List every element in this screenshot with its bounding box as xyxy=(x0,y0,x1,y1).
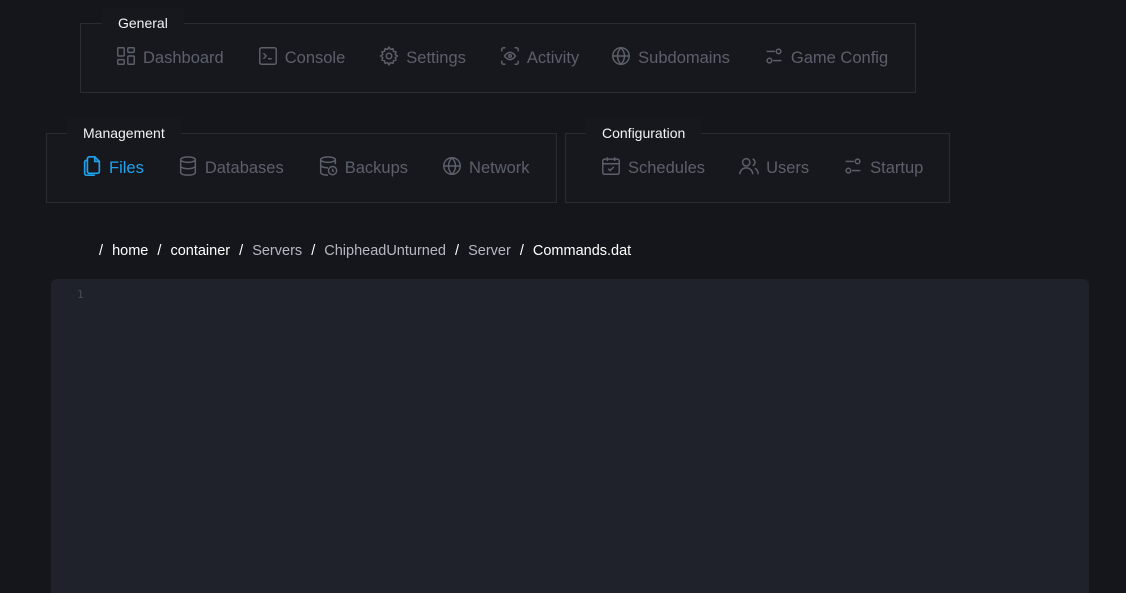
calendar-check-icon xyxy=(600,155,628,182)
nav-users-label: Users xyxy=(766,158,810,177)
nav-network-label: Network xyxy=(469,158,530,177)
line-number: 1 xyxy=(77,288,84,301)
management-nav: Files Databases Backups Network xyxy=(47,134,556,202)
breadcrumb-separator: / xyxy=(311,243,316,259)
nav-activity-label: Activity xyxy=(526,48,580,67)
nav-files-label: Files xyxy=(109,158,144,177)
nav-databases[interactable]: Databases xyxy=(177,155,284,182)
nav-startup-label: Startup xyxy=(870,158,924,177)
eye-scan-icon xyxy=(499,45,527,72)
nav-startup[interactable]: Startup xyxy=(842,155,923,182)
breadcrumb-segment-container[interactable]: container xyxy=(170,243,230,259)
sliders-icon xyxy=(842,155,870,182)
files-icon xyxy=(81,155,109,182)
nav-settings[interactable]: Settings xyxy=(378,45,466,72)
users-icon xyxy=(738,155,766,182)
database-icon xyxy=(177,155,205,182)
breadcrumb-segment-chipheadunturned[interactable]: ChipheadUnturned xyxy=(324,243,446,259)
nav-schedules-label: Schedules xyxy=(628,158,706,177)
database-backup-icon xyxy=(317,155,345,182)
nav-schedules[interactable]: Schedules xyxy=(600,155,705,182)
breadcrumb-segment-server[interactable]: Server xyxy=(468,243,511,259)
breadcrumb-separator: / xyxy=(157,243,162,259)
nav-game-config[interactable]: Game Config xyxy=(763,45,888,72)
gear-icon xyxy=(378,45,406,72)
nav-settings-label: Settings xyxy=(406,48,466,67)
nav-backups-label: Backups xyxy=(344,158,409,177)
dashboard-icon xyxy=(115,45,143,72)
nav-console-label: Console xyxy=(284,48,346,67)
breadcrumb: / home / container / Servers / ChipheadU… xyxy=(99,243,631,259)
breadcrumb-current-file: Commands.dat xyxy=(532,243,632,259)
nav-subdomains[interactable]: Subdomains xyxy=(610,45,730,72)
nav-game-config-label: Game Config xyxy=(790,48,889,67)
globe-icon xyxy=(441,155,469,182)
nav-network[interactable]: Network xyxy=(441,155,530,182)
configuration-nav-group: Configuration Schedules Users Startup xyxy=(565,118,950,203)
breadcrumb-separator: / xyxy=(239,243,244,259)
nav-dashboard-label: Dashboard xyxy=(143,48,224,67)
nav-databases-label: Databases xyxy=(204,158,284,177)
nav-users[interactable]: Users xyxy=(738,155,809,182)
breadcrumb-separator: / xyxy=(519,243,524,259)
breadcrumb-segment-home[interactable]: home xyxy=(112,243,148,259)
app-root: General Dashboard Console Settings Activ… xyxy=(0,0,1126,593)
code-editor[interactable]: 1 xyxy=(51,279,1089,593)
nav-backups[interactable]: Backups xyxy=(317,155,408,182)
general-nav-group: General Dashboard Console Settings Activ… xyxy=(80,8,916,93)
globe-icon xyxy=(610,45,638,72)
sliders-icon xyxy=(763,45,791,72)
nav-activity[interactable]: Activity xyxy=(499,45,579,72)
configuration-nav: Schedules Users Startup xyxy=(566,134,949,202)
terminal-icon xyxy=(257,45,285,72)
breadcrumb-segment-servers[interactable]: Servers xyxy=(252,243,302,259)
nav-console[interactable]: Console xyxy=(257,45,346,72)
general-nav: Dashboard Console Settings Activity Subd… xyxy=(81,24,915,92)
nav-dashboard[interactable]: Dashboard xyxy=(115,45,224,72)
nav-files[interactable]: Files xyxy=(81,155,144,182)
management-nav-group: Management Files Databases Backups Netwo… xyxy=(46,118,557,203)
breadcrumb-separator: / xyxy=(99,243,104,259)
breadcrumb-separator: / xyxy=(455,243,460,259)
nav-subdomains-label: Subdomains xyxy=(638,48,730,67)
